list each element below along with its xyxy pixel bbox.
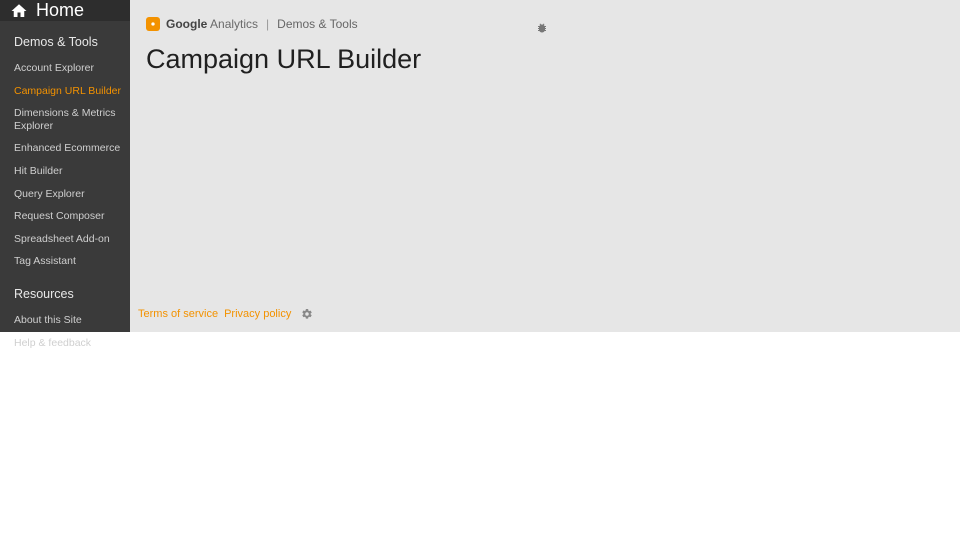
app-root: Home Demos & Tools Account Explorer Camp… [0,0,960,332]
sidebar-item-tag-assistant[interactable]: Tag Assistant [0,250,130,273]
sidebar-section-title-resources: Resources [0,273,130,309]
main-content: Google Analytics | Demos & Tools Campaig… [130,0,960,332]
brand-product-name: Google Analytics [166,17,258,31]
terms-of-service-link[interactable]: Terms of service [138,308,218,320]
bug-icon[interactable] [536,22,548,34]
sidebar-item-spreadsheet-addon[interactable]: Spreadsheet Add-on [0,228,130,251]
sidebar-item-account-explorer[interactable]: Account Explorer [0,57,130,80]
privacy-policy-link[interactable]: Privacy policy [224,308,291,320]
sidebar-item-request-composer[interactable]: Request Composer [0,205,130,228]
home-link[interactable]: Home [0,0,130,21]
sidebar: Home Demos & Tools Account Explorer Camp… [0,0,130,332]
footer: Terms of service Privacy policy [138,308,313,320]
sidebar-item-query-explorer[interactable]: Query Explorer [0,183,130,206]
sidebar-item-about-this-site[interactable]: About this Site [0,309,130,332]
sidebar-item-dimensions-metrics-explorer[interactable]: Dimensions & Metrics Explorer [0,102,130,137]
sidebar-item-campaign-url-builder[interactable]: Campaign URL Builder [0,80,130,103]
sidebar-item-hit-builder[interactable]: Hit Builder [0,160,130,183]
sidebar-item-enhanced-ecommerce[interactable]: Enhanced Ecommerce [0,137,130,160]
sidebar-item-help-feedback[interactable]: Help & feedback [0,332,130,355]
sidebar-section-title-demos: Demos & Tools [0,21,130,57]
brand-badge-icon [146,17,160,31]
home-label: Home [36,0,84,21]
brand-suffix: Demos & Tools [277,17,357,31]
page-title: Campaign URL Builder [130,34,960,75]
home-icon [10,2,28,20]
gear-icon[interactable] [297,308,313,320]
brand-divider: | [266,17,269,31]
